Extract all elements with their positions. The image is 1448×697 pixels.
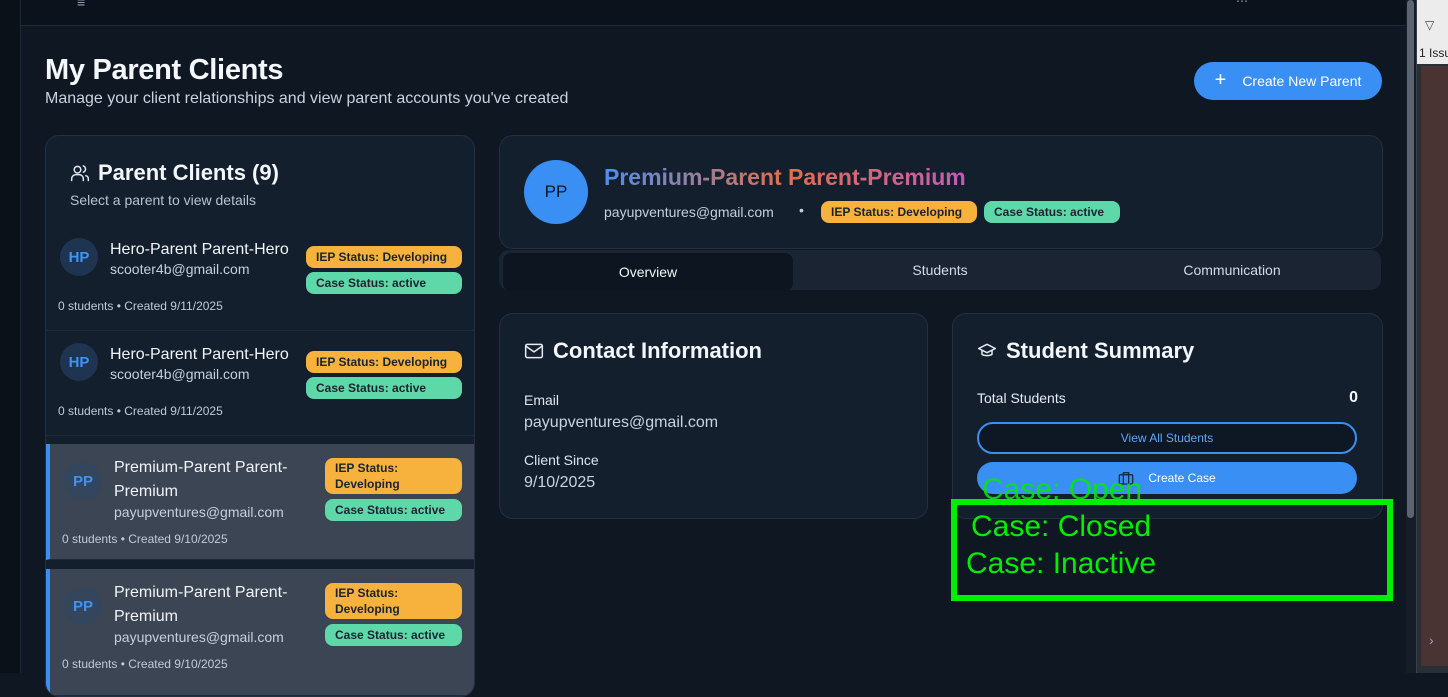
client-list-item[interactable]: HP Hero-Parent Parent-Hero scooter4b@gma… xyxy=(46,226,474,331)
client-name: Premium-Parent Parent-Premium xyxy=(114,459,288,500)
summary-title-text: Student Summary xyxy=(1006,338,1195,363)
iep-status-badge: IEP Status: Developing xyxy=(306,246,462,268)
panel-subtitle: Select a parent to view details xyxy=(70,192,256,208)
client-name: Hero-Parent Parent-Hero xyxy=(110,346,289,363)
top-bar: ≡ ⋯ xyxy=(21,0,1406,26)
iep-status-badge: IEP Status: Developing xyxy=(306,351,462,373)
case-inactive-option[interactable]: Case: Inactive xyxy=(966,549,1156,579)
avatar: PP xyxy=(64,587,102,625)
client-name: Hero-Parent Parent-Hero xyxy=(110,241,289,258)
avatar: PP xyxy=(64,462,102,500)
client-name: Premium-Parent Parent-Premium xyxy=(114,584,288,625)
contact-title-text: Contact Information xyxy=(553,338,762,363)
summary-card-title: Student Summary xyxy=(977,338,1194,364)
menu-icon[interactable]: ≡ xyxy=(77,0,85,10)
tab-communication[interactable]: Communication xyxy=(1087,250,1377,290)
mail-icon xyxy=(524,343,544,359)
panel-title-text: Parent Clients (9) xyxy=(98,160,279,185)
case-status-badge: Case Status: active xyxy=(984,201,1120,223)
avatar: HP xyxy=(60,343,98,381)
graduation-cap-icon xyxy=(977,343,997,357)
client-email: payupventures@gmail.com xyxy=(114,629,284,645)
toolbar-icons[interactable]: ⋯ xyxy=(1236,0,1248,8)
iep-status-badge: IEP Status: Developing xyxy=(821,201,977,223)
client-meta: 0 students • Created 9/10/2025 xyxy=(62,657,228,671)
users-icon xyxy=(70,165,90,182)
detail-tabs: Overview Students Communication xyxy=(499,250,1381,291)
panel-title: Parent Clients (9) xyxy=(70,160,279,186)
chevron-right-icon[interactable]: › xyxy=(1429,632,1434,648)
parent-name: Premium-Parent Parent-Premium xyxy=(604,164,966,190)
client-since-label: Client Since xyxy=(524,452,599,468)
create-case-label: Create Case xyxy=(1148,471,1216,485)
client-email: scooter4b@gmail.com xyxy=(110,261,250,277)
client-meta: 0 students • Created 9/11/2025 xyxy=(58,299,223,313)
contact-information-card: Contact Information Email payupventures@… xyxy=(499,313,928,519)
iep-status-badge: IEP Status: Developing xyxy=(325,583,462,619)
client-email: payupventures@gmail.com xyxy=(114,504,284,520)
devtools-panel: ▽ 1 Issue › xyxy=(1416,0,1448,673)
case-open-option[interactable]: Case: Open xyxy=(982,475,1142,505)
case-status-badge: Case Status: active xyxy=(325,624,462,646)
tab-overview[interactable]: Overview xyxy=(503,253,793,291)
issues-count[interactable]: 1 Issue xyxy=(1419,46,1448,60)
client-meta: 0 students • Created 9/10/2025 xyxy=(62,532,228,546)
page-title: My Parent Clients xyxy=(45,54,284,86)
client-email: scooter4b@gmail.com xyxy=(110,366,250,382)
case-status-badge: Case Status: active xyxy=(325,499,462,521)
tab-students[interactable]: Students xyxy=(795,250,1085,290)
parent-detail-header: PP Premium-Parent Parent-Premium payupve… xyxy=(499,135,1383,249)
create-new-parent-button[interactable]: + Create New Parent xyxy=(1194,62,1382,100)
separator-dot: • xyxy=(799,202,804,218)
devtools-body xyxy=(1421,66,1448,666)
avatar: HP xyxy=(60,238,98,276)
client-meta: 0 students • Created 9/11/2025 xyxy=(58,404,223,418)
client-list-item-selected[interactable]: PP Premium-Parent Parent-Premium payupve… xyxy=(46,444,474,560)
case-closed-option[interactable]: Case: Closed xyxy=(971,512,1151,542)
client-list-item[interactable]: HP Hero-Parent Parent-Hero scooter4b@gma… xyxy=(46,331,474,436)
email-label: Email xyxy=(524,392,560,408)
scrollbar-thumb[interactable] xyxy=(1407,0,1414,518)
filter-icon[interactable]: ▽ xyxy=(1425,18,1434,32)
left-rail xyxy=(0,0,21,673)
email-value: payupventures@gmail.com xyxy=(524,414,719,431)
total-students-value: 0 xyxy=(1349,389,1358,406)
client-since-value: 9/10/2025 xyxy=(524,474,596,491)
create-new-parent-label: Create New Parent xyxy=(1242,73,1362,89)
iep-status-badge: IEP Status: Developing xyxy=(325,458,462,494)
total-students-label: Total Students xyxy=(977,390,1066,406)
devtools-toolbar: ▽ 1 Issue xyxy=(1417,0,1448,64)
case-status-badge: Case Status: active xyxy=(306,377,462,399)
plus-icon: + xyxy=(1214,69,1227,91)
contact-card-title: Contact Information xyxy=(524,338,762,364)
parent-clients-panel: Parent Clients (9) Select a parent to vi… xyxy=(45,135,475,697)
avatar-large: PP xyxy=(524,160,588,224)
client-list-item-selected[interactable]: PP Premium-Parent Parent-Premium payupve… xyxy=(46,569,474,696)
view-all-students-button[interactable]: View All Students xyxy=(977,422,1357,454)
page-subtitle: Manage your client relationships and vie… xyxy=(45,90,569,107)
case-status-badge: Case Status: active xyxy=(306,272,462,294)
parent-email: payupventures@gmail.com xyxy=(604,204,774,220)
